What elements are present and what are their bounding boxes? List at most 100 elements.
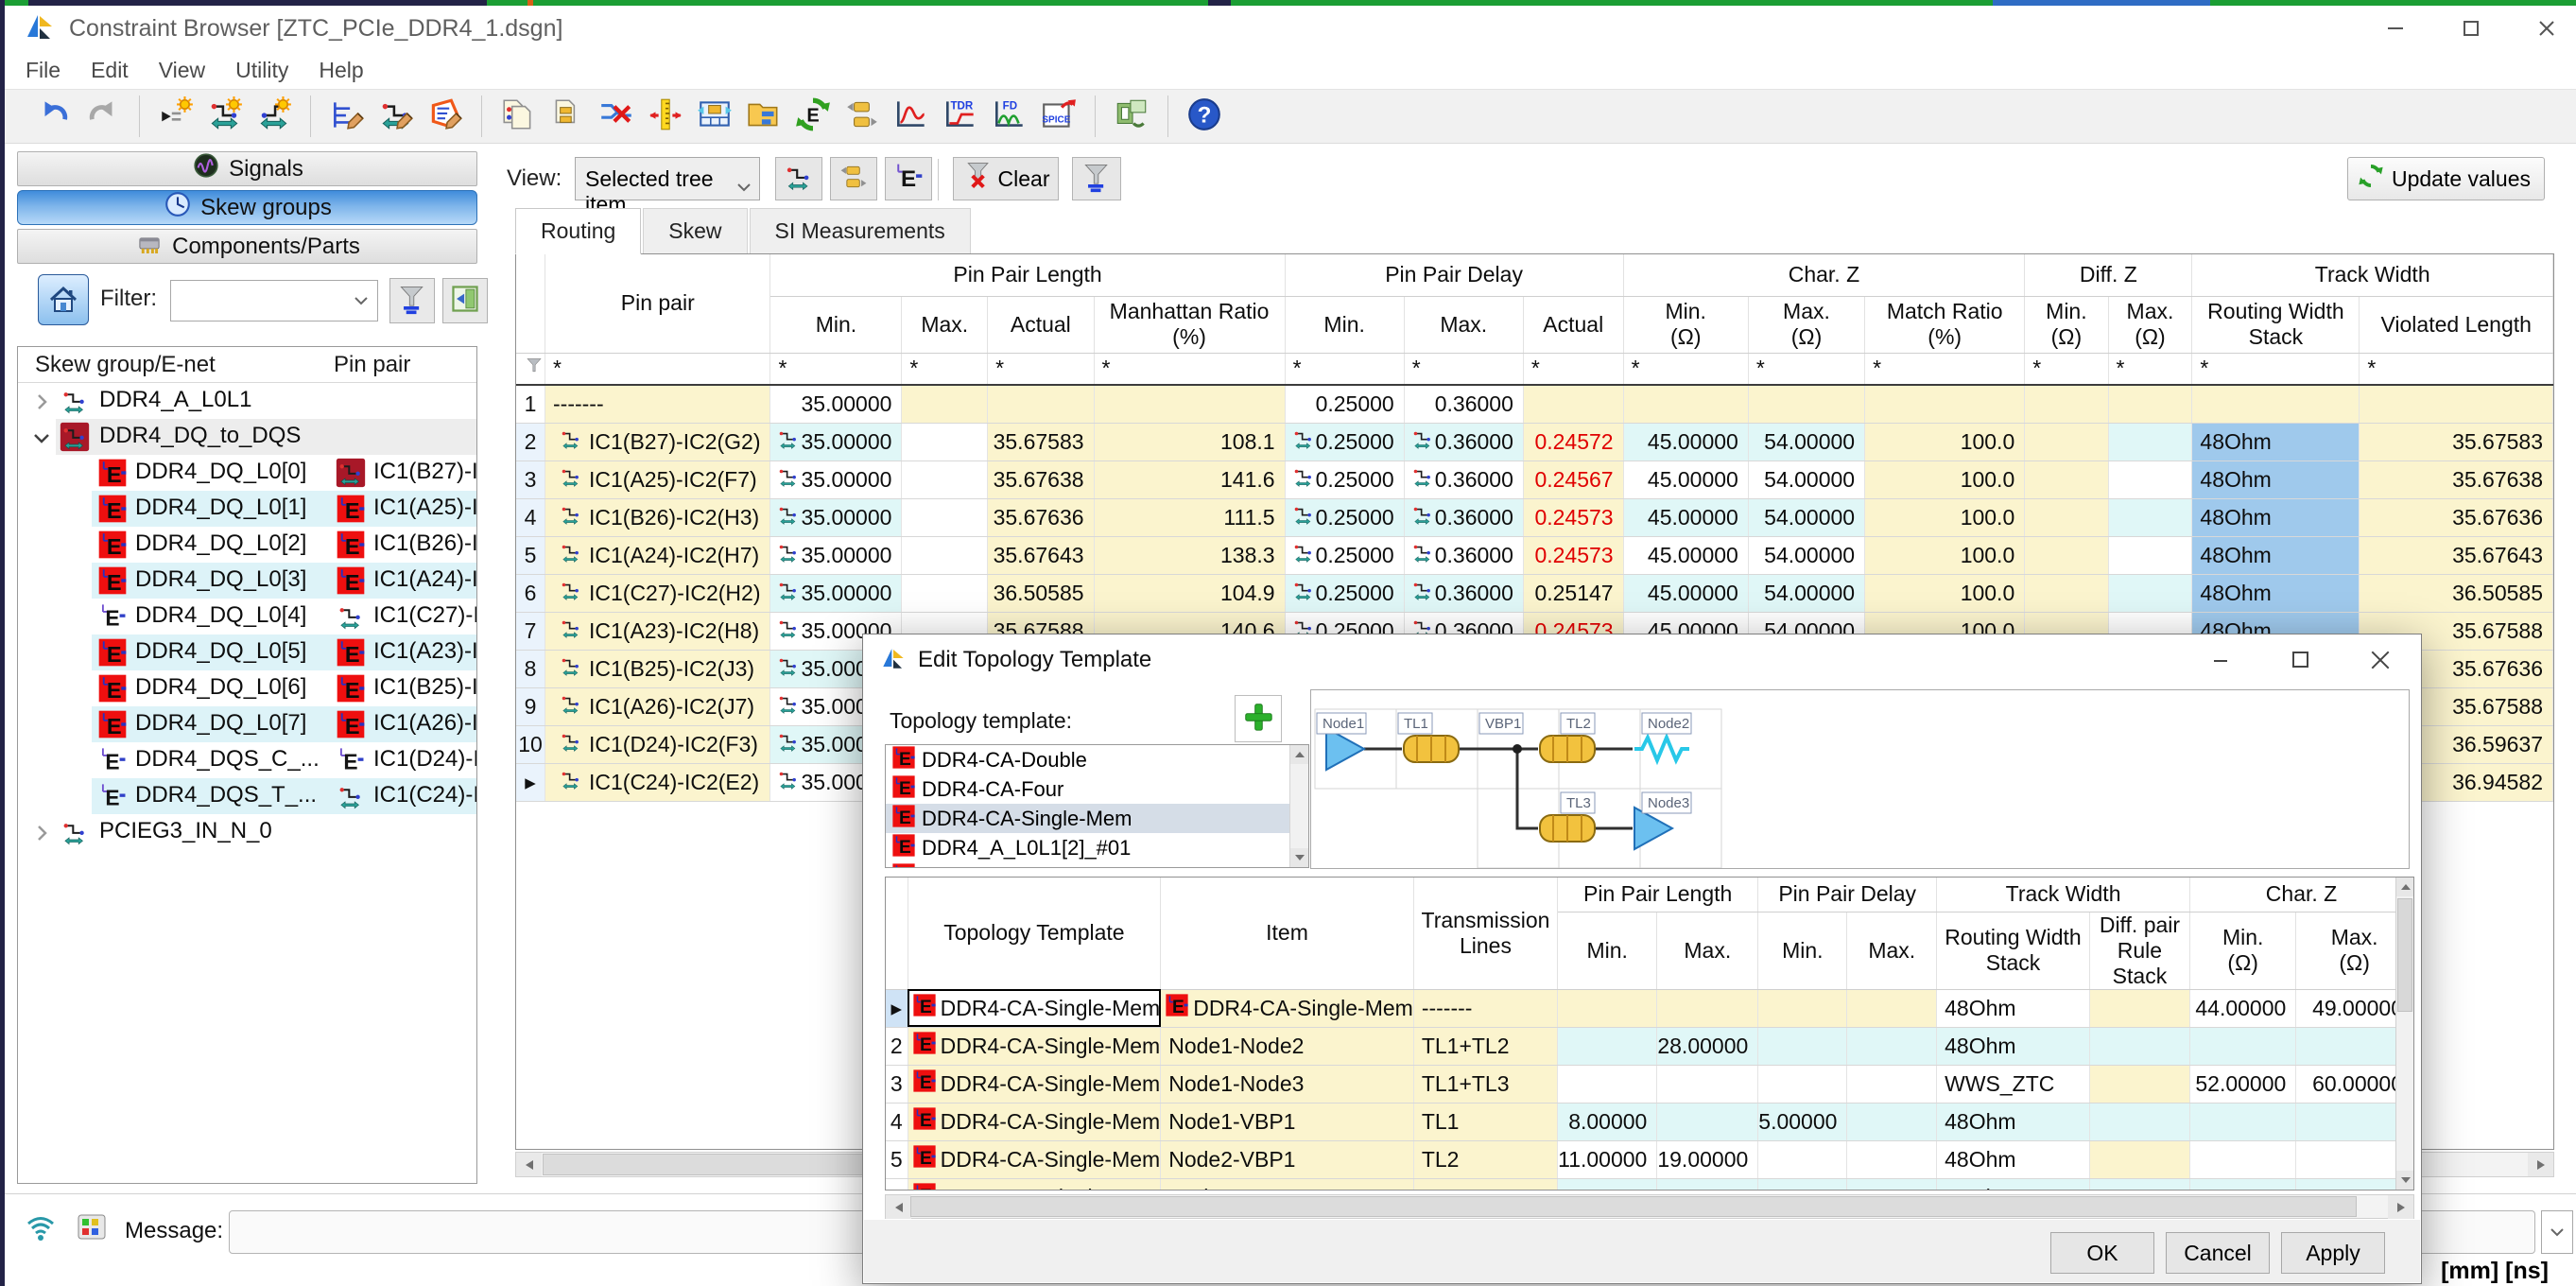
show-pin-pairs-button[interactable] — [830, 157, 877, 200]
sub-header[interactable]: Diff. pair Rule Stack — [2089, 912, 2189, 989]
filter-cell[interactable]: * — [1523, 353, 1623, 385]
value-cell[interactable]: 0.24567 — [1523, 461, 1623, 498]
value-cell[interactable] — [2089, 1027, 2189, 1065]
filter-cell[interactable]: * — [2192, 353, 2360, 385]
maximize-button[interactable] — [2285, 644, 2317, 676]
redo-button[interactable] — [78, 93, 128, 140]
tree-group-row[interactable]: DDR4_DQ_to_DQS — [18, 419, 476, 455]
value-cell[interactable]: 0.24572 — [1523, 423, 1623, 461]
pin-pair-cell[interactable]: IC1(A25)-IC2(F7) — [545, 461, 770, 498]
sub-header[interactable]: Violated Length — [2360, 296, 2553, 353]
value-cell[interactable] — [2025, 536, 2108, 574]
scroll-left-button[interactable] — [886, 1195, 911, 1219]
undo-button[interactable] — [29, 93, 78, 140]
topology-template-cell[interactable]: EDDR4-CA-Single-Mem — [908, 1103, 1161, 1140]
window-layout-button[interactable] — [1107, 93, 1156, 140]
row-number[interactable]: 7 — [516, 612, 545, 650]
pin-pair-cell[interactable]: ------- — [545, 385, 770, 423]
scroll-left-button[interactable] — [516, 1153, 542, 1176]
routing-width-stack-cell[interactable]: 48Ohm — [1937, 1140, 2090, 1178]
pin-pair-cell[interactable]: IC1(A24)-IC2(H7) — [545, 536, 770, 574]
value-cell[interactable] — [902, 423, 988, 461]
value-cell[interactable] — [2108, 536, 2192, 574]
sub-header[interactable]: Actual — [1523, 296, 1623, 353]
menu-item-view[interactable]: View — [144, 54, 220, 87]
filter-funnel-icon[interactable] — [516, 353, 545, 385]
pin-pair-button[interactable] — [838, 93, 887, 140]
filter-cell[interactable]: * — [1865, 353, 2025, 385]
value-cell[interactable]: 35.67583 — [988, 423, 1094, 461]
value-cell[interactable]: 45.00000 — [1623, 574, 1748, 612]
edit-length-button[interactable] — [322, 93, 372, 140]
apply-button[interactable]: Apply — [2281, 1232, 2385, 1274]
value-cell[interactable]: 35.67643 — [2360, 536, 2553, 574]
value-cell[interactable] — [1758, 989, 1847, 1027]
spice-export-button[interactable]: SPICE — [1034, 93, 1083, 140]
topology-template-cell[interactable]: EDDR4-CA-Single-Mem — [908, 1065, 1161, 1103]
value-cell[interactable] — [2190, 1027, 2296, 1065]
transmission-lines-cell[interactable]: TL1 — [1413, 1103, 1557, 1140]
value-cell[interactable]: 7.00000 — [1847, 1178, 1937, 1190]
pin-pair-cell[interactable]: IC1(B26)-IC2(H3) — [545, 498, 770, 536]
value-cell[interactable]: 19.00000 — [1657, 1140, 1758, 1178]
col-header-topology-template[interactable]: Topology Template — [908, 878, 1161, 989]
value-cell[interactable]: 35.67643 — [988, 536, 1094, 574]
transmission-lines-cell[interactable]: TL1+TL3 — [1413, 1065, 1557, 1103]
pin-pair-cell[interactable]: IC1(A23)-IC2(H8) — [545, 612, 770, 650]
show-enets-button[interactable]: E — [885, 157, 932, 200]
routing-width-stack-cell[interactable]: WWS_ZTC — [1937, 1065, 2090, 1103]
chevron-expanded-icon[interactable] — [29, 426, 54, 457]
update-values-button[interactable]: Update values — [2347, 157, 2545, 200]
routing-width-stack-cell[interactable] — [2192, 385, 2360, 423]
value-cell[interactable]: 100.0 — [1865, 498, 2025, 536]
scroll-right-button[interactable] — [2388, 1195, 2413, 1219]
value-cell[interactable] — [1523, 385, 1623, 423]
value-cell[interactable]: 100.0 — [1865, 423, 2025, 461]
show-skew-groups-button[interactable] — [775, 157, 822, 200]
topology-template-cell[interactable]: EDDR4-CA-Single-Mem — [908, 1027, 1161, 1065]
tdr-plot-button[interactable]: TDR — [936, 93, 985, 140]
value-cell[interactable]: 0.25000 — [1285, 461, 1404, 498]
item-cell[interactable]: Node1-Node2 — [1161, 1027, 1414, 1065]
tree-item-row[interactable]: EDDR4_DQ_L0[7]EIC1(A26)-IC2... — [18, 706, 476, 742]
menu-item-file[interactable]: File — [10, 54, 76, 87]
value-cell[interactable]: 0.36000 — [1404, 423, 1523, 461]
value-cell[interactable]: 5.00000 — [1758, 1103, 1847, 1140]
value-cell[interactable] — [1847, 1103, 1937, 1140]
menu-item-edit[interactable]: Edit — [76, 54, 144, 87]
value-cell[interactable] — [2190, 1178, 2296, 1190]
scroll-up-button[interactable] — [1290, 745, 1309, 764]
row-number[interactable]: ▸ — [886, 989, 908, 1027]
value-cell[interactable]: 35.67636 — [988, 498, 1094, 536]
row-number[interactable]: 5 — [886, 1140, 908, 1178]
value-cell[interactable]: 35.00000 — [770, 423, 902, 461]
value-cell[interactable]: 11.00000 — [1558, 1140, 1657, 1178]
tree-group-row[interactable]: DDR4_A_L0L1 — [18, 383, 476, 419]
value-cell[interactable] — [1847, 989, 1937, 1027]
topology-template-cell[interactable]: EDDR4-CA-Single-Mem — [908, 1178, 1161, 1190]
row-number[interactable]: 6 — [886, 1178, 908, 1190]
col-header-transmission-lines[interactable]: Transmission Lines — [1413, 878, 1557, 989]
value-cell[interactable]: 104.9 — [1094, 574, 1285, 612]
value-cell[interactable] — [1758, 1065, 1847, 1103]
sub-header[interactable]: Routing Width Stack — [1937, 912, 2090, 989]
value-cell[interactable]: 0.25000 — [1285, 498, 1404, 536]
remove-net-button[interactable] — [592, 93, 641, 140]
value-cell[interactable]: 35.67638 — [988, 461, 1094, 498]
edit-area-button[interactable] — [421, 93, 470, 140]
row-number[interactable]: 4 — [516, 498, 545, 536]
scroll-down-button[interactable] — [2396, 1171, 2414, 1190]
value-cell[interactable]: 35.67583 — [2360, 423, 2553, 461]
value-cell[interactable]: 141.6 — [1094, 461, 1285, 498]
value-cell[interactable]: 0.36000 — [1404, 498, 1523, 536]
sub-header[interactable]: Min. (Ω) — [2190, 912, 2296, 989]
template-list-item[interactable]: E — [886, 862, 1308, 868]
transmission-lines-cell[interactable]: TL1+TL2 — [1413, 1027, 1557, 1065]
item-cell[interactable]: Node1-VBP1 — [1161, 1103, 1414, 1140]
tree-item-row[interactable]: EDDR4_DQ_L0[3]EIC1(A24)-IC2... — [18, 563, 476, 599]
sub-header[interactable]: Max. (Ω) — [2108, 296, 2192, 353]
value-cell[interactable]: 0.24573 — [1523, 498, 1623, 536]
value-cell[interactable]: 13.00000 — [1657, 1178, 1758, 1190]
row-number[interactable]: 10 — [516, 725, 545, 763]
tree-item-row[interactable]: EDDR4_DQ_L0[0]IC1(B27)-IC2... — [18, 455, 476, 491]
